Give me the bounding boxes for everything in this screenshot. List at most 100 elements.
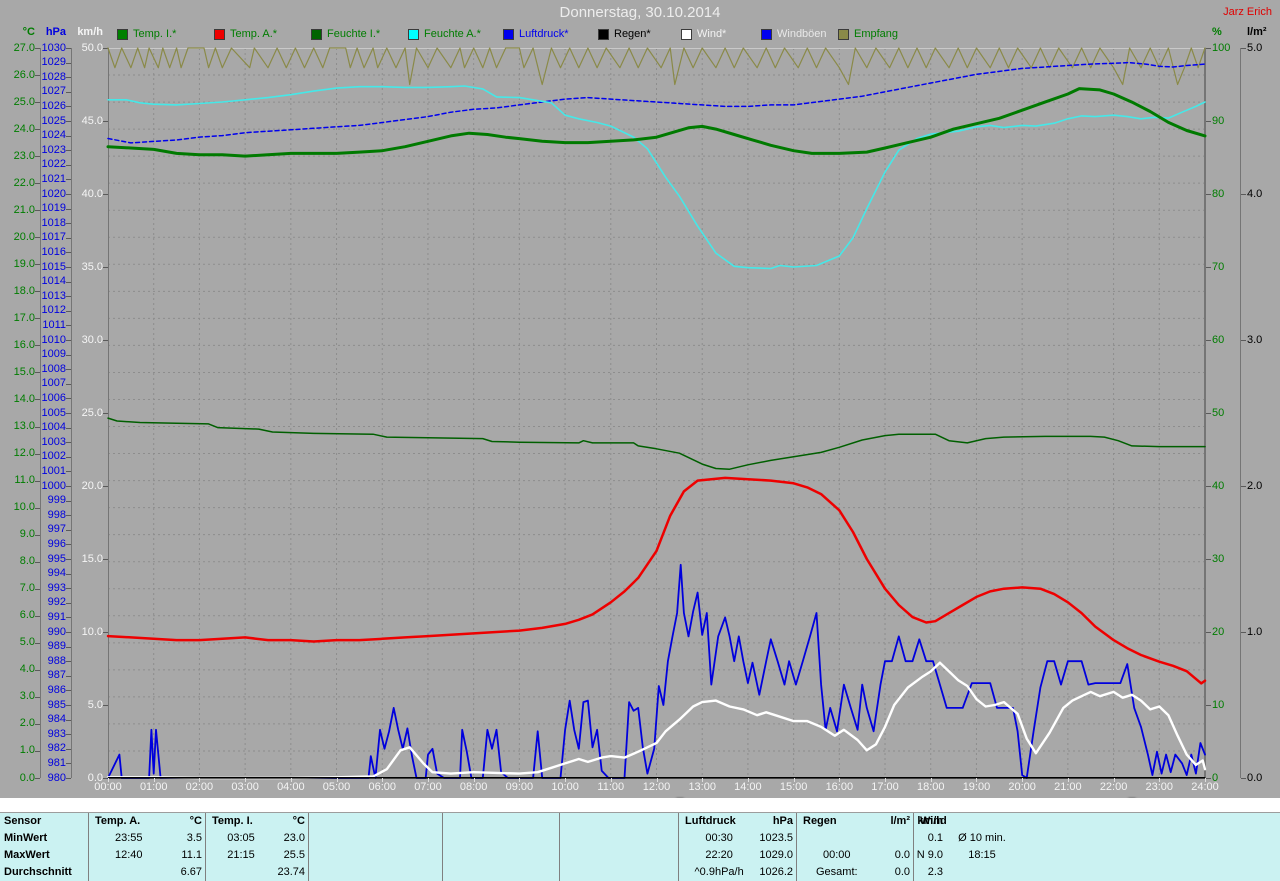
- axis-tick: [66, 734, 71, 736]
- page-title: Donnerstag, 30.10.2014: [559, 4, 721, 21]
- axis-tick-label: 1029: [41, 56, 66, 69]
- axis-tick-label: 991: [47, 610, 66, 623]
- legend-item-windb-en[interactable]: Windböen: [761, 28, 827, 40]
- table-cell-value: 23.74: [277, 866, 305, 878]
- x-axis-tick: [382, 778, 384, 782]
- x-axis-label: 21:00: [1054, 781, 1082, 793]
- axis-tick: [66, 310, 71, 312]
- legend-item-temp-a[interactable]: Temp. A.*: [214, 28, 277, 40]
- x-axis-tick: [427, 778, 429, 782]
- table-cell-value: 0.1: [927, 832, 943, 844]
- table-row: Ø 10 min. 0.1: [914, 830, 1114, 847]
- axis-tick: [1241, 486, 1246, 487]
- axis-tick: [1206, 340, 1211, 341]
- table-column-unit: l/m²: [890, 815, 910, 827]
- x-axis-label: 22:00: [1099, 781, 1128, 793]
- axis-tick: [66, 62, 71, 64]
- x-axis-tick: [565, 778, 567, 782]
- table-column-empty-4: [559, 813, 678, 881]
- table-row: Gesamt: 0.0: [797, 864, 914, 881]
- table-cell-time: Gesamt:: [815, 866, 858, 878]
- axis-tick-label: 1008: [41, 362, 66, 375]
- axis-tick-label: 40.0: [81, 187, 103, 200]
- axis-tick: [66, 77, 71, 79]
- table-column-unit: °C: [189, 815, 202, 827]
- legend-item-luftdruck[interactable]: Luftdruck*: [503, 28, 569, 40]
- axis-tick-label: 1021: [41, 172, 66, 185]
- table-cell-value: 3.5: [186, 832, 202, 844]
- axis-tick: [1206, 121, 1211, 122]
- legend-item-feuchte-a[interactable]: Feuchte A.*: [408, 28, 481, 40]
- axis-tick-label: 988: [47, 654, 66, 667]
- x-axis-label: 05:00: [322, 781, 351, 793]
- table-row-label: MaxWert: [4, 849, 50, 861]
- axis-tick-label: 1016: [41, 245, 66, 258]
- table-row: 12:40 11.1: [89, 847, 206, 864]
- table-cell-value: 0.0: [894, 849, 910, 861]
- axis-tick-label: 1013: [41, 289, 66, 302]
- table-cell-value: 23.0: [283, 832, 305, 844]
- axis-tick-label: 1003: [41, 435, 66, 448]
- axis-tick: [1206, 194, 1211, 195]
- station-name: Jarz Erich: [1223, 6, 1272, 18]
- table-row: [797, 830, 914, 847]
- axis-tick: [66, 515, 71, 517]
- axis-tick: [66, 252, 71, 254]
- table-column-luftdruck: Luftdruck hPa 00:30 1023.5 22:20 1029.0 ^0.9hP…: [678, 813, 796, 881]
- legend-item-feuchte-i[interactable]: Feuchte I.*: [311, 28, 380, 40]
- table-row-label: Sensor: [4, 815, 42, 827]
- axis-tick-label: 1007: [41, 377, 66, 390]
- luftdruck-swatch-icon: [503, 28, 514, 40]
- x-axis-label: 02:00: [185, 781, 214, 793]
- axis-tick: [66, 763, 71, 765]
- table-row-label: MinWert: [4, 832, 48, 844]
- axis-tick: [1241, 48, 1246, 49]
- axis-tick-label: 1017: [41, 231, 66, 244]
- axis-tick-label: 10: [1212, 698, 1225, 711]
- feuchte-i-swatch-icon: [311, 28, 322, 40]
- axis-tick: [66, 237, 71, 239]
- x-axis-label: 11:00: [597, 781, 625, 793]
- axis-tick-label: 1.0: [1247, 625, 1263, 638]
- axis-tick: [66, 296, 71, 298]
- x-axis-label: 20:00: [1008, 781, 1036, 793]
- table-column-regen: Regen l/m² 00:00 0.0 Gesamt: 0.0: [796, 813, 913, 881]
- axis-tick-label: 998: [47, 508, 66, 521]
- axis-tick-label: 40: [1212, 479, 1225, 492]
- table-column-unit: km/h: [917, 815, 943, 827]
- legend-item-wind[interactable]: Wind*: [681, 28, 726, 40]
- axis-tick-label: 45.0: [81, 114, 103, 127]
- table-cell-time: 12:40: [115, 849, 143, 861]
- axis-tick-label: 80: [1212, 187, 1225, 200]
- axis-tick-label: 1009: [41, 348, 66, 361]
- axis-tick: [66, 748, 71, 750]
- axis-tick-label: 1014: [41, 275, 66, 288]
- x-axis-label: 16:00: [825, 781, 854, 793]
- table-cell-time: ^0.9hPa/h: [694, 866, 744, 878]
- table-row: 23:55 3.5: [89, 830, 206, 847]
- x-axis-tick: [1067, 778, 1069, 782]
- axis-unit-l-m: l/m²: [1247, 26, 1267, 38]
- axis-tick: [66, 500, 71, 502]
- axis-tick: [66, 427, 71, 429]
- chart-svg: [106, 47, 1207, 780]
- axis-tick: [66, 383, 71, 385]
- axis-tick-label: 981: [47, 756, 66, 769]
- table-cell-value: 2.3: [927, 866, 943, 878]
- axis-tick-label: 983: [47, 727, 66, 740]
- table-cell-time: Ø 10 min.: [958, 832, 1006, 844]
- x-axis-label: 10:00: [551, 781, 579, 793]
- x-axis-label: 04:00: [277, 781, 305, 793]
- x-axis-label: 08:00: [459, 781, 488, 793]
- legend-item-temp-i[interactable]: Temp. I.*: [117, 28, 176, 40]
- legend-item-empfang[interactable]: Empfang: [838, 28, 898, 40]
- legend-item-regen[interactable]: Regen*: [598, 28, 651, 40]
- x-axis-tick: [153, 778, 155, 782]
- axis-tick-label: 30.0: [81, 333, 103, 346]
- legend-label: Windböen: [777, 28, 827, 40]
- legend-label: Wind*: [697, 28, 727, 40]
- axis-tick: [66, 529, 71, 531]
- x-axis-label: 12:00: [642, 781, 671, 793]
- axis-tick-label: 90: [1212, 114, 1225, 127]
- table-column-header: Temp. I.: [212, 815, 253, 827]
